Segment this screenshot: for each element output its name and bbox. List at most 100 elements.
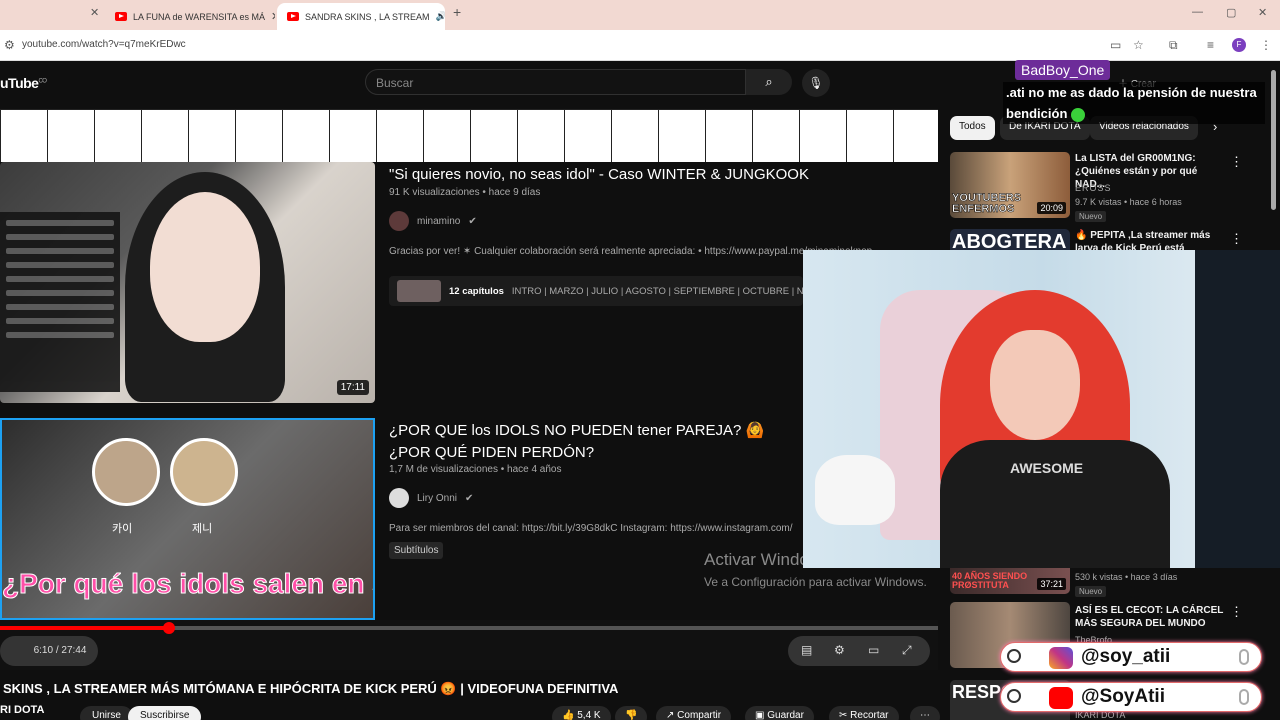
thumbnail-caption: ¿Por qué los idols salen en secreto? [2, 568, 373, 600]
sidebar-video-title: 🔥 PEPITA ,La streamer más larva de Kick … [1075, 230, 1211, 250]
thumbnail-name: 제니 [192, 523, 213, 535]
channel-row[interactable]: Liry Onni ✔ [389, 488, 473, 508]
more-options-icon[interactable]: ⋮ [1230, 231, 1243, 247]
sidebar-thumbnail: 40 AÑOS SIENDO PRØSTITUTA 37:21 [950, 568, 1070, 594]
grid-overlay [0, 109, 938, 162]
miniplayer-icon[interactable]: ▭ [868, 643, 879, 657]
close-window-button[interactable]: ✕ [1258, 6, 1267, 19]
site-info-icon[interactable]: ⚙ [4, 38, 15, 52]
tab-close-icon[interactable]: ✕ [271, 10, 275, 23]
duration-badge: 17:11 [336, 380, 369, 395]
close-tab-icon[interactable]: ✕ [90, 6, 99, 19]
new-badge: Nuevo [1075, 586, 1107, 597]
sidebar-video[interactable]: 40 AÑOS SIENDO PRØSTITUTA 37:21 530 k vi… [950, 568, 1250, 598]
join-button[interactable]: Unirse [80, 706, 133, 720]
emoji-icon [1071, 107, 1086, 122]
windows-watermark-subtitle: Ve a Configuración para activar Windows. [704, 575, 927, 589]
maximize-button[interactable]: ▢ [1226, 6, 1236, 19]
player-controls: ▤ ⚙ ▭ ⤢ [788, 636, 930, 666]
search-icon[interactable]: ⌕ [746, 69, 792, 95]
instagram-handle-overlay: @soy_atii [1000, 642, 1262, 672]
thumbnail-name: 카이 [112, 523, 133, 535]
channel-name: Liry Onni [417, 492, 458, 504]
instagram-handle: @soy_atii [1081, 646, 1171, 667]
sidebar-video-title: ASÍ ES EL CECOT: LA CÁRCEL MÁS SEGURA DE… [1075, 605, 1224, 629]
youtube-logo[interactable]: uTubeCO [0, 75, 47, 91]
subtitles-badge: Subtítulos [389, 542, 444, 559]
youtube-handle-overlay: @SoyAtii [1000, 682, 1262, 712]
cast-icon[interactable]: ▭ [1110, 38, 1121, 52]
webcam-background [1195, 250, 1280, 568]
like-button[interactable]: 👍 5,4 K [552, 706, 611, 720]
verified-icon: ✔ [465, 492, 474, 504]
clip-button[interactable]: ✂ Recortar [829, 706, 899, 720]
video-thumbnail[interactable]: 17:11 [0, 162, 375, 403]
url-input[interactable]: youtube.com/watch?v=q7meKrEDwc [22, 39, 186, 50]
progress-bar[interactable] [0, 622, 938, 634]
sidebar-meta: 530 k vistas • hace 3 días [1075, 572, 1178, 582]
video-title[interactable]: ¿POR QUE los IDOLS NO PUEDEN tener PAREJ… [389, 420, 804, 464]
subscribe-button[interactable]: Suscribirse [128, 706, 202, 720]
tab-warensita[interactable]: LA FUNA de WARENSITA es MÁ ✕ [105, 3, 275, 30]
minimize-button[interactable]: — [1192, 6, 1203, 18]
video-title[interactable]: "Si quieres novio, no seas idol" - Caso … [389, 166, 809, 183]
duration-badge: 37:21 [1037, 578, 1066, 590]
tab-sandra-skins[interactable]: SANDRA SKINS , LA STREAM 🔊 ✕ [277, 3, 445, 30]
chapters-bar[interactable]: 12 capítulos INTRO | MARZO | JULIO | AGO… [389, 276, 803, 306]
search-input[interactable]: Buscar [365, 69, 746, 95]
channel-row[interactable]: minamino ✔ [389, 211, 477, 231]
more-actions-button[interactable]: ⋯ [910, 706, 940, 720]
chip-todos[interactable]: Todos [950, 116, 995, 140]
speaker-icon[interactable]: 🔊 [436, 11, 445, 22]
profile-avatar[interactable]: F [1232, 38, 1246, 52]
microphone-icon[interactable]: 🎙 [802, 69, 830, 97]
sidebar-video[interactable]: ABOGTERA 🔥 PEPITA ,La streamer más larva… [950, 229, 1250, 250]
thumbnail-text: 40 AÑOS SIENDO PRØSTITUTA [952, 571, 1028, 590]
youtube-icon [1049, 687, 1073, 709]
progress-knob[interactable] [162, 622, 175, 634]
address-bar: ⚙ youtube.com/watch?v=q7meKrEDwc ▭ ☆ ⧉ ≡… [0, 30, 1280, 61]
sidebar-video[interactable]: YOUTUBERS ENFERMOS 20:09 La LISTA del GR… [950, 152, 1250, 222]
search-icon [1007, 689, 1021, 703]
search-icon [1007, 649, 1021, 663]
scrollbar[interactable] [1271, 70, 1276, 210]
subtitles-icon[interactable]: ▤ [801, 643, 812, 657]
sidebar-channel: EROSS [1075, 183, 1112, 193]
save-icon: ▣ [755, 710, 765, 720]
channel-avatar [389, 488, 409, 508]
new-tab-button[interactable]: + [453, 4, 461, 20]
sidebar-meta: 9.7 K vistas • hace 6 horas [1075, 197, 1182, 207]
media-controls-icon[interactable]: ≡ [1207, 38, 1214, 52]
microphone-icon [1239, 689, 1249, 705]
webcam-streamer-face [990, 330, 1080, 440]
fullscreen-icon[interactable]: ⤢ [902, 643, 912, 658]
video-meta: 1,7 M de visualizaciones • hace 4 años [389, 464, 562, 475]
bookmark-star-icon[interactable]: ☆ [1133, 38, 1144, 52]
more-options-icon[interactable]: ⋮ [1230, 604, 1243, 620]
youtube-handle: @SoyAtii [1081, 686, 1165, 707]
dislike-button[interactable]: 👎 [615, 706, 648, 720]
face-circle [170, 438, 238, 506]
video-thumbnail[interactable]: 카이 제니 ¿Por qué los idols salen en secret… [0, 418, 375, 620]
share-icon: ↗ [666, 710, 675, 720]
more-options-icon[interactable]: ⋮ [1230, 154, 1243, 170]
youtube-icon [287, 12, 299, 21]
verified-icon: ✔ [468, 215, 477, 227]
progress-fill [0, 626, 169, 630]
youtube-icon [115, 12, 127, 21]
browser-tab-bar: LA FUNA de WARENSITA es MÁ ✕ SANDRA SKIN… [0, 0, 1280, 30]
time-display: 6:10 / 27:44 [0, 636, 98, 666]
scissors-icon: ✂ [839, 710, 848, 720]
extensions-icon[interactable]: ⧉ [1169, 38, 1178, 53]
browser-menu-icon[interactable]: ⋮ [1260, 38, 1272, 52]
channel-name: minamino [417, 215, 461, 227]
screen: LA FUNA de WARENSITA es MÁ ✕ SANDRA SKIN… [0, 0, 1280, 720]
microphone-icon [1239, 649, 1249, 665]
share-button[interactable]: ↗ Compartir [656, 706, 732, 720]
video-meta: 91 K visualizaciones • hace 9 días [389, 187, 541, 198]
settings-icon[interactable]: ⚙ [834, 643, 845, 657]
video-player[interactable]: 17:11 "Si quieres novio, no seas idol" -… [0, 109, 938, 670]
video-description: Para ser miembros del canal: https://bit… [389, 523, 793, 534]
channel-name[interactable]: RI DOTA [0, 704, 44, 716]
save-button[interactable]: ▣ Guardar [745, 706, 814, 720]
